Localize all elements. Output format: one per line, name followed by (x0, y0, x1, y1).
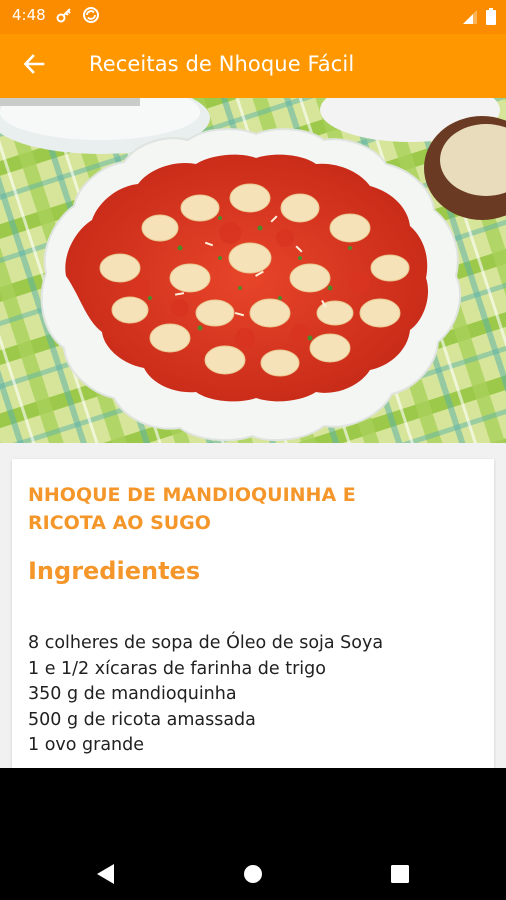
key-icon (56, 6, 74, 28)
app-bar: Receitas de Nhoque Fácil (0, 34, 506, 98)
system-nav-bar (0, 768, 506, 900)
status-icons-left (56, 6, 100, 28)
arrow-left-icon (23, 53, 45, 79)
recipe-title-line1: NHOQUE DE MANDIOQUINHA E (28, 484, 356, 506)
recipe-content-area: NHOQUE DE MANDIOQUINHA E RICOTA AO SUGO … (0, 443, 506, 779)
ingredients-heading: Ingredientes (28, 557, 201, 585)
status-icons-right (462, 8, 496, 29)
recipe-card: NHOQUE DE MANDIOQUINHA E RICOTA AO SUGO … (12, 459, 494, 779)
nav-recents-button[interactable] (380, 856, 420, 896)
nav-back-button[interactable] (86, 856, 126, 896)
sync-icon (82, 6, 100, 28)
ingredients-list: 8 colheres de sopa de Óleo de soja Soya … (28, 631, 383, 759)
app-title: Receitas de Nhoque Fácil (89, 52, 355, 76)
back-triangle-icon (96, 863, 116, 889)
recipe-title: NHOQUE DE MANDIOQUINHA E RICOTA AO SUGO (28, 481, 448, 537)
ingredient-item: 1 e 1/2 xícaras de farinha de trigo (28, 658, 326, 679)
nav-home-button[interactable] (233, 856, 273, 896)
back-button[interactable] (16, 48, 52, 84)
battery-icon (486, 8, 496, 29)
status-bar: 4:48 (0, 0, 506, 34)
ingredient-item: 350 g de mandioquinha (28, 684, 237, 704)
recipe-title-line2: RICOTA AO SUGO (28, 512, 211, 534)
recents-square-icon (391, 865, 409, 887)
ingredient-item: 1 ovo grande (28, 735, 145, 755)
ingredient-item: 500 g de ricota amassada (28, 709, 256, 730)
recipe-hero-image (0, 98, 506, 443)
home-circle-icon (243, 864, 263, 888)
status-time: 4:48 (12, 6, 46, 24)
ingredient-item: 8 colheres de sopa de Óleo de soja Soya (28, 633, 384, 653)
signal-icon (462, 9, 478, 29)
